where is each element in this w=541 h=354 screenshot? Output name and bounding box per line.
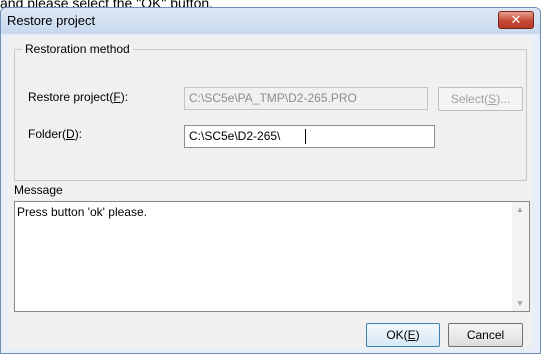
- select-accel-key: S: [488, 92, 497, 106]
- folder-accel-key: D: [66, 127, 75, 141]
- select-button-label-end: )...: [496, 92, 511, 106]
- folder-label: Folder(D):: [28, 127, 82, 141]
- restore-project-label-end: ):: [120, 90, 129, 104]
- ok-accel-key: E: [407, 328, 416, 342]
- dialog-title: Restore project: [7, 13, 96, 28]
- ok-button[interactable]: OK(E): [366, 323, 440, 347]
- restore-project-dialog: Restore project ✕ Restoration method Res…: [0, 7, 541, 354]
- dialog-client-area: Restoration method Restore project(F): C…: [8, 36, 532, 348]
- scroll-up-icon[interactable]: ▲: [516, 205, 524, 214]
- restore-project-label: Restore project(F):: [28, 90, 128, 104]
- select-button-label: Select(: [450, 92, 489, 106]
- restoration-method-label: Restoration method: [22, 42, 133, 56]
- folder-input[interactable]: C:\SC5e\D2-265\: [184, 125, 435, 148]
- title-bar[interactable]: Restore project ✕: [1, 8, 540, 34]
- close-button[interactable]: ✕: [498, 11, 534, 29]
- close-icon: ✕: [510, 12, 522, 27]
- message-text: Press button 'ok' please.: [17, 205, 147, 219]
- folder-input-value: C:\SC5e\D2-265\: [189, 129, 281, 143]
- ok-button-label-end: ): [415, 328, 420, 342]
- message-box[interactable]: Press button 'ok' please. ▲ ▼: [14, 201, 530, 312]
- message-scrollbar[interactable]: ▲ ▼: [512, 202, 529, 311]
- scroll-down-icon[interactable]: ▼: [516, 299, 524, 308]
- restore-project-field: C:\SC5e\PA_TMP\D2-265.PRO: [184, 87, 428, 110]
- folder-label-end: ):: [74, 127, 83, 141]
- restore-project-accel-key: F: [113, 90, 121, 104]
- message-label: Message: [14, 183, 63, 197]
- select-button: Select(S)...: [438, 87, 523, 111]
- folder-label-text: Folder(: [28, 127, 67, 141]
- restoration-method-group: [14, 49, 527, 181]
- ok-button-label: OK(: [386, 328, 408, 342]
- text-caret: [305, 129, 306, 144]
- restore-project-label-text: Restore project(: [28, 90, 114, 104]
- cancel-button[interactable]: Cancel: [448, 323, 523, 347]
